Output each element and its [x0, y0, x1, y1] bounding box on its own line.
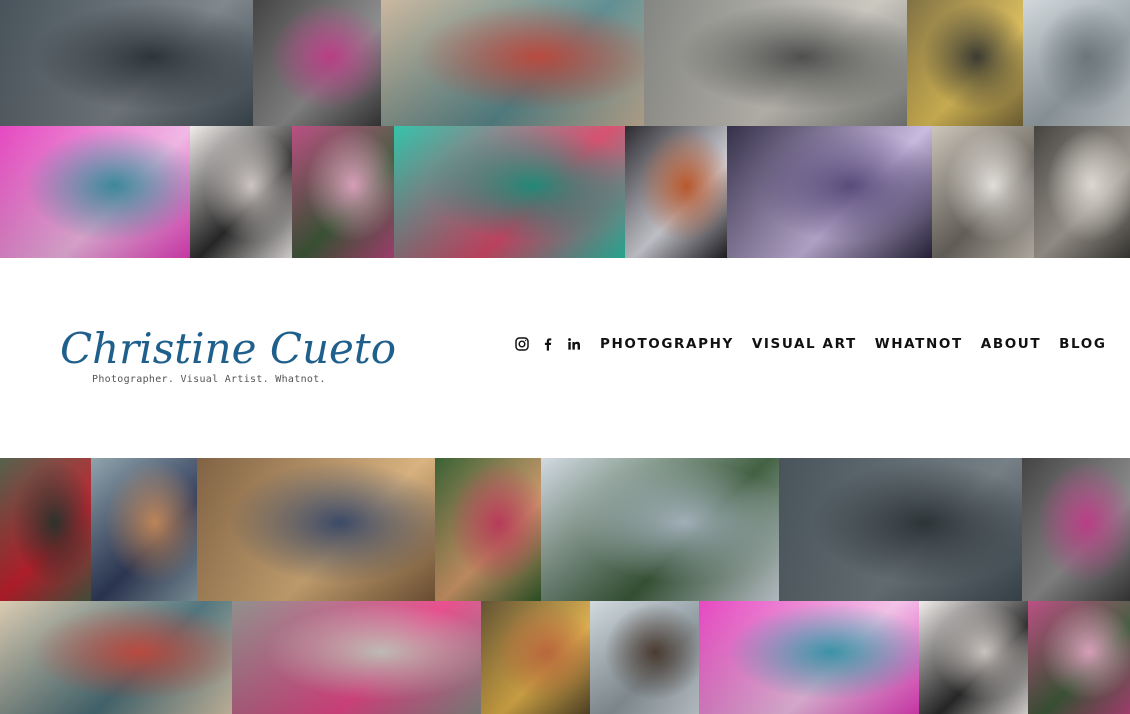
mannequin-art-photo[interactable]: [253, 0, 381, 126]
woman-in-water-photo-2[interactable]: [779, 458, 1022, 601]
teal-flowers-portrait-photo[interactable]: [394, 126, 625, 258]
woman-in-water-photo[interactable]: [0, 0, 253, 126]
sculpted-mannequins-photo[interactable]: [644, 0, 907, 126]
sculpted-mannequins-photo-2[interactable]: [232, 601, 481, 714]
yellow-gown-photo[interactable]: [907, 0, 1023, 126]
red-gown-photo[interactable]: [0, 458, 91, 601]
queen-card-portrait-photo-2[interactable]: [919, 601, 1028, 714]
nav-visual-art[interactable]: VISUAL ART: [752, 336, 857, 352]
nav-photography[interactable]: PHOTOGRAPHY: [600, 336, 734, 352]
gallery-row-2: [0, 126, 1130, 258]
staircase-fashion-photo[interactable]: [932, 126, 1034, 258]
nav-blog[interactable]: BLOG: [1059, 336, 1106, 352]
site-logo[interactable]: Christine Cueto Photographer. Visual Art…: [60, 322, 396, 392]
queen-card-portrait-photo[interactable]: [190, 126, 292, 258]
facebook-icon[interactable]: [538, 334, 558, 354]
logo-script-text: Christine Cueto: [60, 324, 397, 373]
underwater-pink-photo[interactable]: [0, 126, 190, 258]
flower-portrait-photo[interactable]: [292, 126, 394, 258]
main-nav: PHOTOGRAPHY VISUAL ART WHATNOT ABOUT BLO…: [512, 332, 1113, 356]
house-group-photo[interactable]: [1034, 126, 1130, 258]
palace-couple-photo[interactable]: [541, 458, 779, 601]
gallery-row-1: [0, 0, 1130, 126]
linkedin-icon[interactable]: [564, 334, 584, 354]
birdhouses-couple-photo-2[interactable]: [0, 601, 232, 714]
logo-tagline: Photographer. Visual Artist. Whatnot.: [92, 374, 326, 385]
street-couple-photo[interactable]: [91, 458, 197, 601]
birdhouses-couple-photo[interactable]: [381, 0, 644, 126]
nav-whatnot[interactable]: WHATNOT: [875, 336, 963, 352]
flower-portrait-photo-2[interactable]: [1028, 601, 1130, 714]
mannequin-art-photo-2[interactable]: [1022, 458, 1130, 601]
beach-couple-photo[interactable]: [197, 458, 435, 601]
window-portrait-photo-2[interactable]: [590, 601, 699, 714]
flower-crown-photo-2[interactable]: [481, 601, 590, 714]
underwater-pink-photo-2[interactable]: [699, 601, 919, 714]
window-portrait-photo[interactable]: [1023, 0, 1130, 126]
white-costume-photo[interactable]: [625, 126, 727, 258]
site-header: Christine Cueto Photographer. Visual Art…: [0, 258, 1130, 458]
gallery-row-3: [0, 458, 1130, 601]
instagram-icon[interactable]: [512, 334, 532, 354]
flower-crown-photo[interactable]: [435, 458, 541, 601]
gallery-row-4: [0, 601, 1130, 714]
underwater-dancer-photo[interactable]: [727, 126, 932, 258]
nav-about[interactable]: ABOUT: [981, 336, 1041, 352]
